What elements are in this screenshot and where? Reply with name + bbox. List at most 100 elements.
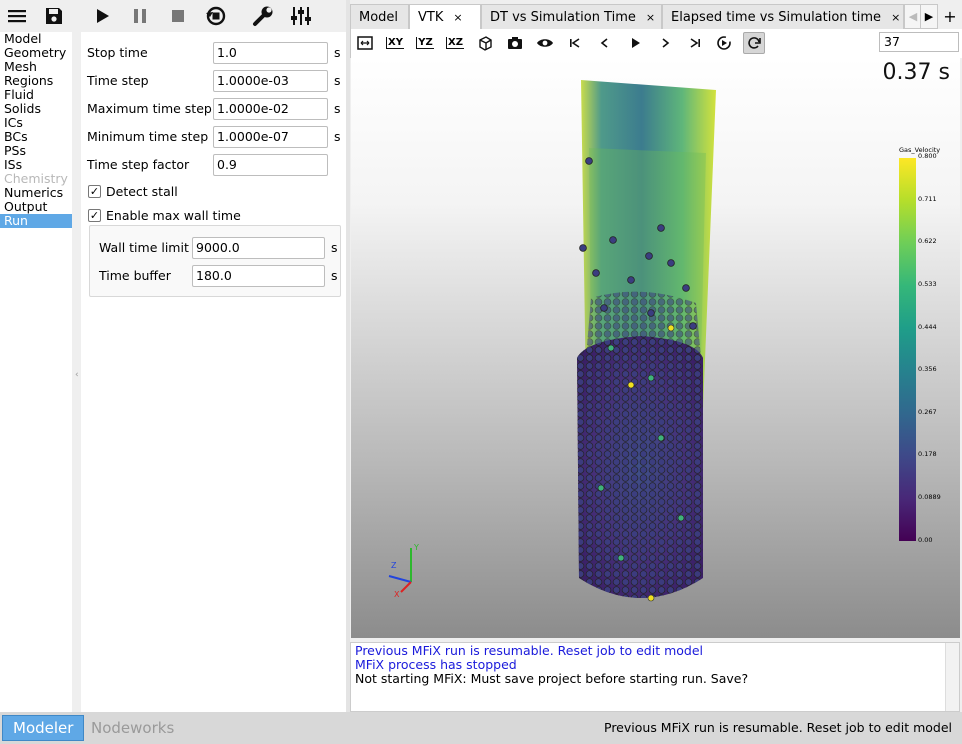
time-buffer-label: Time buffer [99, 268, 171, 283]
reset-icon[interactable] [203, 4, 229, 28]
colorbar-tick: 0.444 [918, 323, 937, 331]
time-step-factor-label: Time step factor [87, 157, 190, 172]
nav-item-model[interactable]: Model [0, 32, 72, 46]
colorbar-tick: 0.178 [918, 450, 937, 458]
time-step-factor-input[interactable]: 0.9 [213, 154, 328, 176]
wall-time-group: Wall time limit 9000.0 s Time buffer 180… [89, 225, 341, 297]
vtk-viewport[interactable]: 0.37 s Gas_Velocity 0.800 0.711 0.622 0.… [351, 58, 960, 638]
nav-item-bcs[interactable]: BCs [0, 130, 72, 144]
log-line: Not starting MFiX: Must save project bef… [355, 671, 749, 686]
view-xy-button[interactable]: XY [384, 32, 406, 54]
nodeworks-mode-button[interactable]: Nodeworks [81, 715, 184, 741]
play-animation-icon[interactable] [624, 32, 646, 54]
min-time-step-input[interactable]: 1.0000e-07 [213, 126, 328, 148]
refresh-icon[interactable] [743, 32, 765, 54]
nav-item-pss[interactable]: PSs [0, 144, 72, 158]
axis-z-label: Z [391, 561, 397, 570]
colorbar-tick: 0.800 [918, 152, 937, 160]
view-xy-label: XY [386, 37, 404, 49]
modeler-mode-button[interactable]: Modeler [2, 715, 85, 741]
time-step-input[interactable]: 1.0000e-03 [213, 70, 328, 92]
sliders-icon[interactable] [288, 4, 314, 28]
enable-max-wall-time-label: Enable max wall time [106, 208, 241, 223]
detect-stall-label: Detect stall [106, 184, 178, 199]
view-yz-button[interactable]: YZ [414, 32, 436, 54]
perspective-cube-icon[interactable] [474, 32, 496, 54]
nav-item-iss[interactable]: ISs [0, 158, 72, 172]
close-icon[interactable]: × [646, 11, 655, 24]
stop-time-input[interactable]: 1.0 [213, 42, 328, 64]
close-icon[interactable]: × [453, 11, 462, 24]
nav-item-numerics[interactable]: Numerics [0, 186, 72, 200]
model-nav-tree: Model Geometry Mesh Regions Fluid Solids… [0, 32, 72, 712]
time-buffer-unit: s [331, 268, 338, 283]
nav-item-mesh[interactable]: Mesh [0, 60, 72, 74]
max-time-step-label: Maximum time step [87, 101, 212, 116]
axis-y-label: Y [413, 543, 419, 552]
enable-max-wall-time-checkbox[interactable]: ✓ [88, 209, 101, 222]
main-toolbar [0, 0, 348, 32]
nav-item-geometry[interactable]: Geometry [0, 46, 72, 60]
time-step-label: Time step [87, 73, 149, 88]
fit-view-icon[interactable] [354, 32, 376, 54]
stop-icon [165, 4, 191, 28]
tab-scroll-right-icon[interactable]: ▶ [920, 4, 938, 29]
view-yz-label: YZ [416, 37, 434, 49]
particle-column-render [577, 80, 716, 602]
frame-number-input[interactable]: 37 [879, 32, 959, 52]
nav-item-regions[interactable]: Regions [0, 74, 72, 88]
wrench-icon[interactable] [250, 4, 276, 28]
max-time-step-input[interactable]: 1.0000e-02 [213, 98, 328, 120]
nav-item-chemistry: Chemistry [4, 171, 68, 186]
time-buffer-input[interactable]: 180.0 [192, 265, 325, 287]
wall-time-limit-label: Wall time limit [99, 240, 189, 255]
menu-icon[interactable] [4, 4, 30, 28]
status-bar: Modeler Nodeworks Previous MFiX run is r… [0, 712, 962, 744]
prev-frame-icon[interactable] [594, 32, 616, 54]
tab-vtk[interactable]: VTK × [409, 4, 481, 30]
nav-item-fluid[interactable]: Fluid [0, 88, 72, 102]
stop-time-label: Stop time [87, 45, 148, 60]
tab-dt-vs-simulation-time[interactable]: DT vs Simulation Time × [481, 4, 662, 29]
splitter-grip-icon: ‹ [75, 370, 79, 380]
vtk-toolbar: XY YZ XZ 37 [350, 29, 962, 58]
console-output[interactable]: Previous MFiX run is resumable. Reset jo… [350, 642, 960, 712]
status-message: Previous MFiX run is resumable. Reset jo… [604, 720, 952, 735]
orientation-axes: Y Z X [388, 543, 419, 598]
play-speed-icon[interactable] [713, 32, 735, 54]
tab-label: Model [359, 9, 399, 25]
pause-icon [127, 4, 153, 28]
close-icon[interactable]: × [891, 11, 900, 24]
save-icon[interactable] [41, 4, 67, 28]
view-xz-button[interactable]: XZ [444, 32, 466, 54]
log-line: Previous MFiX run is resumable. Reset jo… [355, 643, 703, 658]
min-time-step-unit: s [334, 129, 341, 144]
colorbar-tick: 0.0889 [918, 493, 941, 501]
first-frame-icon[interactable] [564, 32, 586, 54]
nav-item-run[interactable]: Run [0, 214, 72, 228]
tab-label: DT vs Simulation Time [490, 9, 636, 25]
axis-x-label: X [394, 590, 400, 598]
tab-elapsed-time-vs-simulation-time[interactable]: Elapsed time vs Simulation time × [662, 4, 904, 29]
colorbar-tick: 0.711 [918, 195, 937, 203]
screenshot-camera-icon[interactable] [504, 32, 526, 54]
nav-item-ics[interactable]: ICs [0, 116, 72, 130]
nav-item-output[interactable]: Output [0, 200, 72, 214]
tab-model[interactable]: Model [350, 4, 409, 29]
tab-label: VTK [418, 10, 444, 25]
nav-splitter[interactable]: ‹ [72, 32, 81, 712]
visibility-eye-icon[interactable] [534, 32, 556, 54]
colorbar-tick: 0.267 [918, 408, 937, 416]
next-frame-icon[interactable] [654, 32, 676, 54]
nav-item-solids[interactable]: Solids [0, 102, 72, 116]
colorbar-tick: 0.622 [918, 237, 937, 245]
last-frame-icon[interactable] [684, 32, 706, 54]
wall-time-limit-input[interactable]: 9000.0 [192, 237, 325, 259]
console-scrollbar[interactable] [945, 643, 959, 711]
add-tab-icon[interactable]: + [939, 4, 961, 29]
detect-stall-checkbox[interactable]: ✓ [88, 185, 101, 198]
play-icon[interactable] [89, 4, 115, 28]
main-splitter[interactable] [346, 0, 350, 712]
log-line: MFiX process has stopped [355, 657, 517, 672]
colorbar [899, 158, 916, 541]
